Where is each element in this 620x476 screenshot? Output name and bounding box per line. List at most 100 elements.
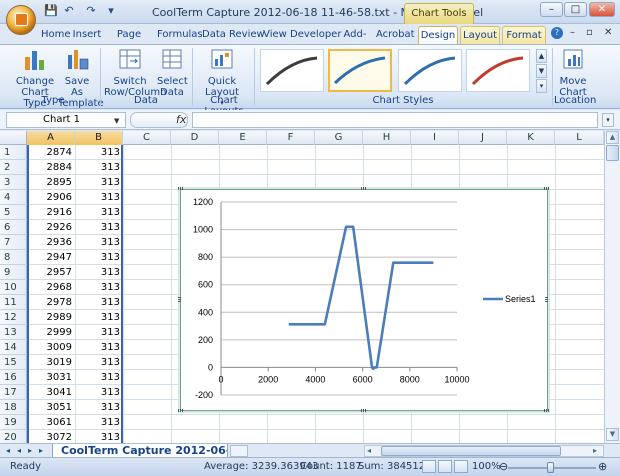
cell-a[interactable]: 2874 xyxy=(27,145,75,160)
row-header[interactable]: 14 xyxy=(0,340,27,355)
row-header[interactable]: 11 xyxy=(0,295,27,310)
cell-b[interactable]: 313 xyxy=(75,310,123,325)
cell-b[interactable]: 313 xyxy=(75,235,123,250)
cell-b[interactable]: 313 xyxy=(75,190,123,205)
cell-b[interactable]: 313 xyxy=(75,175,123,190)
close-button[interactable]: ✕ xyxy=(589,2,615,17)
name-box[interactable]: Chart 1 xyxy=(6,112,126,128)
office-button[interactable] xyxy=(6,5,36,35)
column-header[interactable]: L xyxy=(555,131,604,145)
expand-formula-bar-icon[interactable]: ▾ xyxy=(602,113,614,127)
worksheet-grid[interactable]: A B C D E F G H I J K L 1 2874 313 2 2884 313… xyxy=(0,131,604,443)
cell-b[interactable]: 313 xyxy=(75,295,123,310)
page-layout-view-icon[interactable] xyxy=(438,460,452,473)
resize-handle-corner[interactable] xyxy=(178,409,184,412)
row-header[interactable]: 2 xyxy=(0,160,27,175)
cell-a[interactable]: 2936 xyxy=(27,235,75,250)
tab-developer[interactable]: Developer xyxy=(290,26,341,44)
name-box-dropdown-icon[interactable]: ▼ xyxy=(114,117,119,125)
column-header[interactable]: E xyxy=(219,131,267,145)
cell-b[interactable]: 313 xyxy=(75,355,123,370)
cell-a[interactable]: 3072 xyxy=(27,430,75,443)
cell-a[interactable]: 2884 xyxy=(27,160,75,175)
next-sheet-icon[interactable]: ▸ xyxy=(25,445,35,456)
chart-style-1[interactable] xyxy=(260,49,324,92)
last-sheet-icon[interactable]: ▸ xyxy=(36,445,46,456)
cell-a[interactable]: 3041 xyxy=(27,385,75,400)
scroll-up-icon[interactable]: ▲ xyxy=(606,131,619,144)
styles-scroll-down-icon[interactable]: ▼ xyxy=(536,64,547,78)
column-header[interactable]: I xyxy=(411,131,459,145)
first-sheet-icon[interactable]: ◂ xyxy=(3,445,13,456)
tab-format[interactable]: Format xyxy=(502,26,546,44)
cell-b[interactable]: 313 xyxy=(75,160,123,175)
cell-b[interactable]: 313 xyxy=(75,205,123,220)
horizontal-scrollbar[interactable]: ◂ ▸ xyxy=(364,445,604,457)
row-header[interactable]: 12 xyxy=(0,310,27,325)
row-header[interactable]: 4 xyxy=(0,190,27,205)
column-header[interactable]: D xyxy=(171,131,219,145)
cell-a[interactable]: 2916 xyxy=(27,205,75,220)
resize-handle-corner[interactable] xyxy=(544,187,550,190)
switch-row-column-button[interactable]: Switch Row/Column xyxy=(104,47,166,98)
sheet-tab[interactable]: CoolTerm Capture 2012-06-18 11- xyxy=(52,444,228,458)
cell-b[interactable]: 313 xyxy=(75,265,123,280)
cell-a[interactable]: 3061 xyxy=(27,415,75,430)
cell-a[interactable]: 2926 xyxy=(27,220,75,235)
chart-style-3[interactable] xyxy=(398,49,462,92)
row-header[interactable]: 7 xyxy=(0,235,27,250)
cell-b[interactable]: 313 xyxy=(75,370,123,385)
row-header[interactable]: 20 xyxy=(0,430,27,443)
cell-b[interactable]: 313 xyxy=(75,415,123,430)
save-icon[interactable]: 💾 xyxy=(44,4,58,18)
tab-insert[interactable]: Insert xyxy=(72,26,102,44)
tab-design[interactable]: Design xyxy=(418,26,458,44)
move-chart-button[interactable]: Move Chart xyxy=(556,47,590,98)
zoom-slider-knob[interactable] xyxy=(547,462,554,473)
resize-handle-corner[interactable] xyxy=(178,187,184,190)
cell-b[interactable]: 313 xyxy=(75,325,123,340)
chart-style-4[interactable] xyxy=(466,49,530,92)
resize-handle-right[interactable] xyxy=(545,297,548,303)
minimize-button[interactable]: – xyxy=(540,2,563,17)
vertical-scroll-thumb[interactable] xyxy=(606,145,619,161)
cell-a[interactable]: 2978 xyxy=(27,295,75,310)
prev-sheet-icon[interactable]: ◂ xyxy=(14,445,24,456)
cell-a[interactable]: 2989 xyxy=(27,310,75,325)
tab-acrobat[interactable]: Acrobat xyxy=(376,26,415,44)
styles-scroll-up-icon[interactable]: ▲ xyxy=(536,49,547,63)
cell-a[interactable]: 2957 xyxy=(27,265,75,280)
column-header[interactable]: K xyxy=(507,131,555,145)
resize-handle-bottom[interactable] xyxy=(361,409,367,412)
row-header[interactable]: 13 xyxy=(0,325,27,340)
tab-data[interactable]: Data xyxy=(202,26,226,44)
cell-b[interactable]: 313 xyxy=(75,220,123,235)
zoom-in-icon[interactable]: ⊕ xyxy=(598,460,607,473)
tab-formulas[interactable]: Formulas xyxy=(157,26,203,44)
row-header[interactable]: 16 xyxy=(0,370,27,385)
row-header[interactable]: 3 xyxy=(0,175,27,190)
tab-add-ins[interactable]: Add-Ins xyxy=(337,26,373,57)
page-break-view-icon[interactable] xyxy=(454,460,468,473)
column-header[interactable]: H xyxy=(363,131,411,145)
cell-b[interactable]: 313 xyxy=(75,280,123,295)
cell-a[interactable]: 2895 xyxy=(27,175,75,190)
cell-a[interactable]: 2968 xyxy=(27,280,75,295)
chart-object[interactable]: -200 0 200 400 600 800 1000 1200 0 2000 4000 6000 80… xyxy=(178,187,550,412)
help-icon[interactable]: ? xyxy=(551,27,563,39)
row-header[interactable]: 6 xyxy=(0,220,27,235)
cell-b[interactable]: 313 xyxy=(75,385,123,400)
tab-layout[interactable]: Layout xyxy=(460,26,500,44)
row-header[interactable]: 19 xyxy=(0,415,27,430)
column-header[interactable]: F xyxy=(267,131,315,145)
select-data-button[interactable]: Select Data xyxy=(157,47,188,98)
row-header[interactable]: 5 xyxy=(0,205,27,220)
vertical-scrollbar[interactable]: ▲ ▼ xyxy=(604,131,620,443)
ribbon-minimize-icon[interactable]: – xyxy=(570,27,575,38)
select-all-corner[interactable] xyxy=(0,131,27,145)
column-header[interactable]: J xyxy=(459,131,507,145)
tab-view[interactable]: View xyxy=(263,26,287,44)
redo-icon[interactable]: ↷ xyxy=(84,4,98,18)
tab-page-layout[interactable]: Page Layout xyxy=(104,26,154,57)
row-header[interactable]: 1 xyxy=(0,145,27,160)
